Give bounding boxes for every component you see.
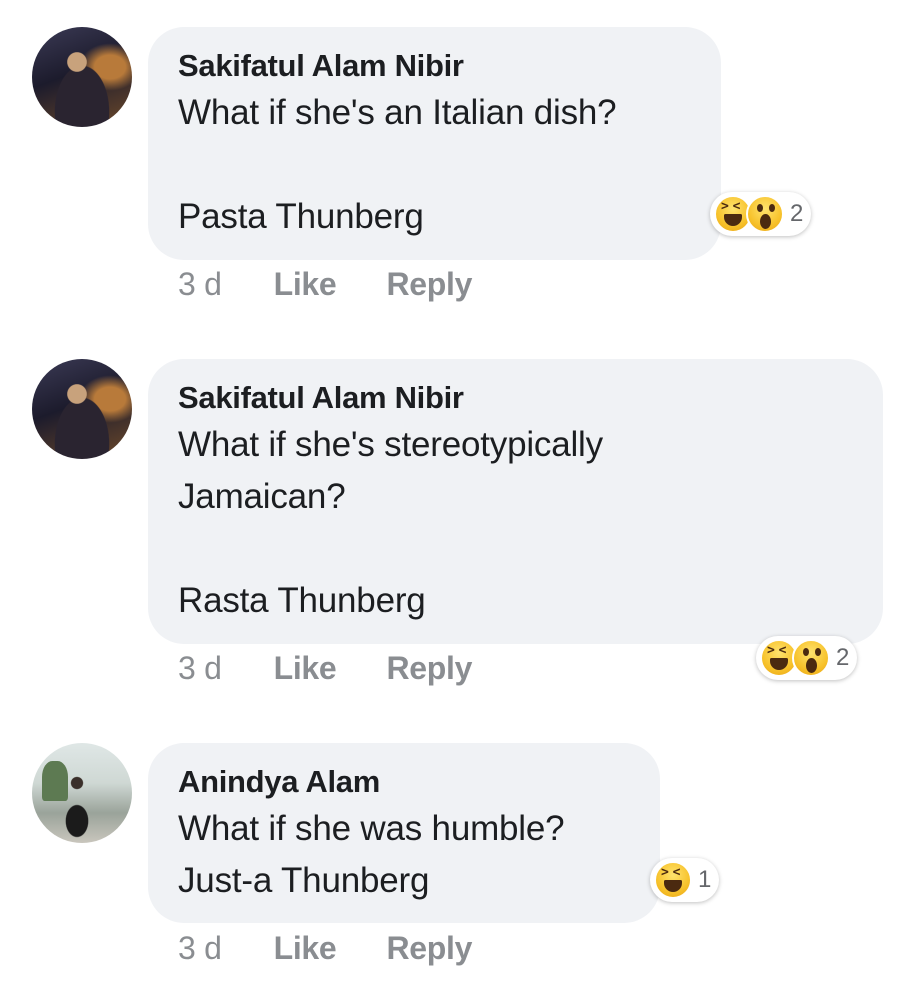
- comment-author[interactable]: Anindya Alam: [178, 765, 630, 799]
- reaction-summary[interactable]: 1: [650, 858, 720, 902]
- reaction-count: 2: [790, 200, 804, 227]
- avatar[interactable]: [32, 743, 132, 843]
- like-button[interactable]: Like: [274, 930, 337, 967]
- reply-button[interactable]: Reply: [386, 930, 472, 967]
- comment-bubble: Sakifatul Alam Nibir What if she's an It…: [148, 27, 721, 260]
- comment-actions: 3 d Like Reply: [178, 650, 522, 687]
- wow-reaction-icon: [792, 639, 830, 677]
- avatar[interactable]: [32, 359, 132, 459]
- reaction-count: 1: [698, 866, 712, 893]
- reply-button[interactable]: Reply: [386, 266, 472, 303]
- comment-actions: 3 d Like Reply: [178, 930, 522, 967]
- comment-text: What if she was humble? Just-a Thunberg: [178, 809, 565, 900]
- comment-author[interactable]: Sakifatul Alam Nibir: [178, 49, 691, 83]
- comment-author[interactable]: Sakifatul Alam Nibir: [178, 381, 853, 415]
- haha-reaction-icon: [654, 861, 692, 899]
- wow-reaction-icon: [746, 195, 784, 233]
- reaction-summary[interactable]: 2: [756, 636, 858, 680]
- comment-text: What if she's stereotypically Jamaican? …: [178, 425, 603, 620]
- like-button[interactable]: Like: [274, 650, 337, 687]
- comment-timestamp[interactable]: 3 d: [178, 266, 222, 303]
- comment-text: What if she's an Italian dish? Pasta Thu…: [178, 93, 617, 236]
- reaction-summary[interactable]: 2: [710, 192, 812, 236]
- comment-timestamp[interactable]: 3 d: [178, 930, 222, 967]
- reaction-count: 2: [836, 644, 850, 671]
- comment-timestamp[interactable]: 3 d: [178, 650, 222, 687]
- reply-button[interactable]: Reply: [386, 650, 472, 687]
- comment-bubble: Anindya Alam What if she was humble? Jus…: [148, 743, 660, 923]
- like-button[interactable]: Like: [274, 266, 337, 303]
- avatar[interactable]: [32, 27, 132, 127]
- comment-actions: 3 d Like Reply: [178, 266, 522, 303]
- comment-bubble: Sakifatul Alam Nibir What if she's stere…: [148, 359, 883, 644]
